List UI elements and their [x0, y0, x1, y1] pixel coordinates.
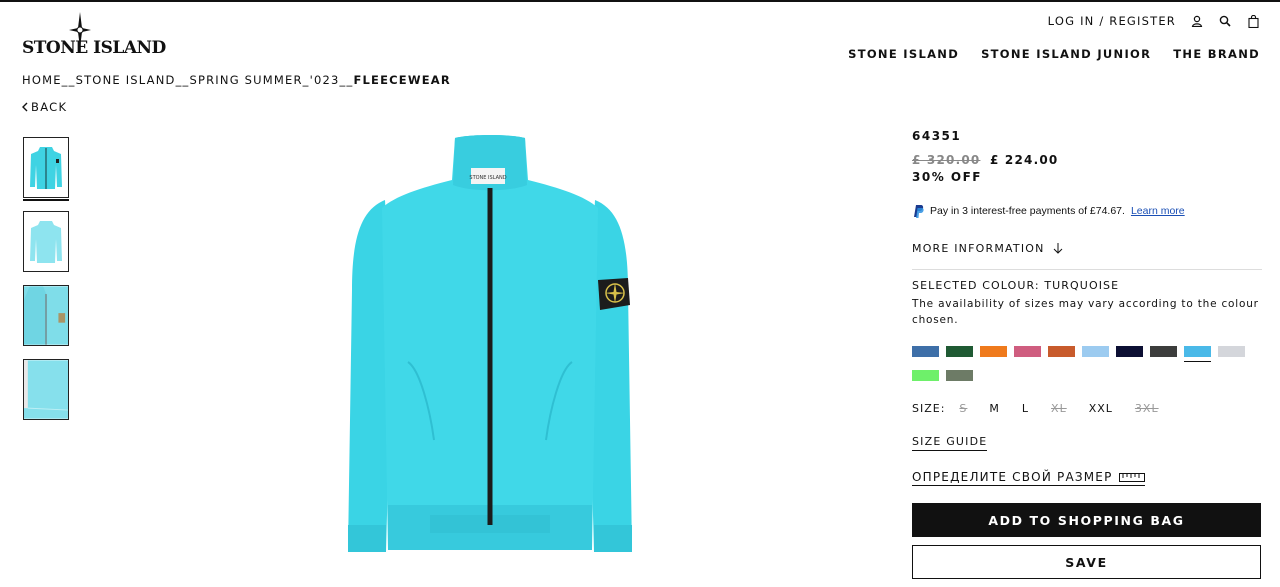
sale-price: £ 224.00: [990, 153, 1059, 167]
colour-swatch-turquoise[interactable]: [1184, 346, 1211, 362]
size-selector: SIZE: S M L XL XXL 3XL: [912, 402, 1181, 415]
paypal-installments: Pay in 3 interest-free payments of £74.6…: [912, 204, 1185, 218]
chevron-left-icon: [22, 102, 28, 112]
section-divider: [912, 269, 1262, 270]
utility-bar: LOG IN / REGISTER: [1048, 14, 1260, 28]
size-label: SIZE:: [912, 402, 946, 415]
more-information-label: MORE INFORMATION: [912, 242, 1045, 255]
colour-swatch-lime[interactable]: [912, 370, 939, 381]
selected-colour-label: SELECTED COLOUR: TURQUOISE: [912, 279, 1120, 292]
original-price: £ 320.00: [912, 153, 981, 167]
colour-swatch-sage[interactable]: [946, 370, 973, 381]
colour-swatch-green[interactable]: [946, 346, 973, 357]
paypal-icon: [914, 205, 924, 218]
product-main-image[interactable]: STONE ISLAND: [330, 130, 650, 560]
brand-logo[interactable]: STONE ISLAND: [22, 12, 166, 60]
jacket-front-thumb-image: [30, 146, 62, 189]
arrow-down-icon: [1053, 243, 1062, 254]
back-label: BACK: [31, 100, 68, 114]
colour-swatches: [912, 346, 1264, 381]
more-information-toggle[interactable]: MORE INFORMATION: [912, 242, 1063, 255]
size-guide-link[interactable]: SIZE GUIDE: [912, 435, 988, 451]
paypal-text: Pay in 3 interest-free payments of £74.6…: [930, 205, 1125, 217]
thumbnail-detail[interactable]: [23, 285, 69, 346]
colour-swatch-navy[interactable]: [1116, 346, 1143, 357]
colour-swatch-charcoal[interactable]: [1150, 346, 1177, 357]
back-link[interactable]: BACK: [21, 100, 67, 114]
login-register-link[interactable]: LOG IN / REGISTER: [1048, 14, 1176, 28]
search-icon[interactable]: [1218, 14, 1232, 28]
size-option-xl[interactable]: XL: [1051, 402, 1067, 415]
jacket-detail-thumb-image: [24, 286, 68, 345]
product-sku: 64351: [912, 129, 962, 143]
nav-stone-island-junior[interactable]: STONE ISLAND JUNIOR: [981, 47, 1151, 61]
size-option-3xl[interactable]: 3XL: [1135, 402, 1159, 415]
find-your-size-label: ОПРЕДЕЛИТЕ СВОЙ РАЗМЕР: [912, 470, 1113, 484]
size-option-l[interactable]: L: [1022, 402, 1029, 415]
thumbnail-back[interactable]: [23, 211, 69, 272]
bag-icon[interactable]: [1246, 14, 1260, 28]
paypal-learn-more-link[interactable]: Learn more: [1131, 205, 1185, 217]
colour-swatch-rust[interactable]: [1048, 346, 1075, 357]
ruler-icon: [1118, 472, 1145, 482]
size-option-s[interactable]: S: [959, 402, 967, 415]
svg-text:STONE ISLAND: STONE ISLAND: [469, 175, 506, 181]
jacket-fabric-thumb-image: [24, 360, 68, 419]
brand-logo-text: STONE ISLAND: [22, 38, 166, 58]
colour-swatch-light-grey[interactable]: [1218, 346, 1245, 357]
colour-swatch-sky-blue[interactable]: [1082, 346, 1109, 357]
breadcrumb: HOME__STONE ISLAND__SPRING SUMMER_'023__…: [22, 73, 451, 87]
jacket-back-thumb-image: [30, 220, 62, 263]
thumbnail-active-indicator: [23, 199, 69, 201]
colour-swatch-pink[interactable]: [1014, 346, 1041, 357]
colour-swatch-blue[interactable]: [912, 346, 939, 357]
user-icon[interactable]: [1190, 14, 1204, 28]
availability-note: The availability of sizes may vary accor…: [912, 298, 1259, 326]
size-option-xxl[interactable]: XXL: [1089, 402, 1113, 415]
main-navigation: STONE ISLAND STONE ISLAND JUNIOR THE BRA…: [848, 47, 1260, 61]
nav-stone-island[interactable]: STONE ISLAND: [848, 47, 959, 61]
add-to-shopping-bag-button[interactable]: ADD TO SHOPPING BAG: [912, 503, 1261, 537]
thumbnail-fabric[interactable]: [23, 359, 69, 420]
breadcrumb-path[interactable]: HOME__STONE ISLAND__SPRING SUMMER_'023__: [22, 73, 353, 87]
breadcrumb-current: FLEECEWEAR: [353, 73, 451, 87]
nav-the-brand[interactable]: THE BRAND: [1173, 47, 1260, 61]
thumbnail-front[interactable]: [23, 137, 69, 198]
discount-badge: 30% OFF: [912, 170, 982, 184]
find-your-size-link[interactable]: ОПРЕДЕЛИТЕ СВОЙ РАЗМЕР: [912, 470, 1145, 486]
size-option-m[interactable]: M: [989, 402, 1000, 415]
jacket-front-image: STONE ISLAND: [348, 135, 632, 552]
save-button[interactable]: SAVE: [912, 545, 1261, 579]
colour-swatch-orange[interactable]: [980, 346, 1007, 357]
